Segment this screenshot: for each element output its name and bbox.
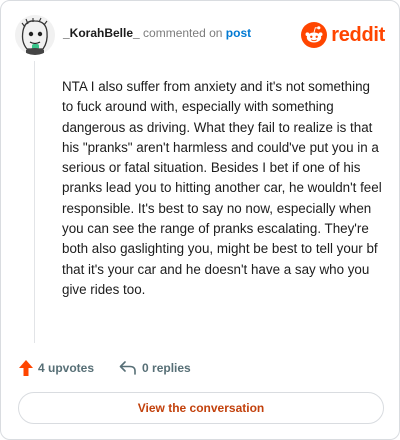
- comment-body: NTA I also suffer from anxiety and it's …: [62, 79, 382, 297]
- reddit-logo-icon: [301, 22, 328, 48]
- avatar-illustration-icon: [15, 15, 55, 55]
- upvote-count: 4 upvotes: [38, 361, 95, 375]
- replies-button[interactable]: 0 replies: [119, 361, 191, 375]
- upvote-arrow-icon: [19, 360, 33, 376]
- comment-footer: 4 upvotes 0 replies: [19, 358, 191, 378]
- user-avatar[interactable]: [15, 15, 55, 55]
- post-link[interactable]: post: [226, 26, 251, 40]
- upvote-button[interactable]: 4 upvotes: [19, 360, 94, 376]
- view-conversation-button[interactable]: View the conversation: [18, 392, 384, 424]
- comment-header: _KorahBelle_ commented on post reddit: [15, 15, 385, 55]
- reddit-wordmark: reddit: [331, 23, 385, 46]
- comment-meta: _KorahBelle_ commented on post: [63, 26, 251, 40]
- comment-card: _KorahBelle_ commented on post reddit NT…: [0, 0, 400, 440]
- thread-line: [34, 61, 35, 343]
- action-text: commented on: [143, 26, 223, 40]
- reply-arrow-icon: [119, 361, 136, 375]
- reply-count: 0 replies: [142, 361, 191, 375]
- reddit-brand[interactable]: reddit: [301, 20, 385, 50]
- author-username[interactable]: _KorahBelle_: [63, 26, 140, 40]
